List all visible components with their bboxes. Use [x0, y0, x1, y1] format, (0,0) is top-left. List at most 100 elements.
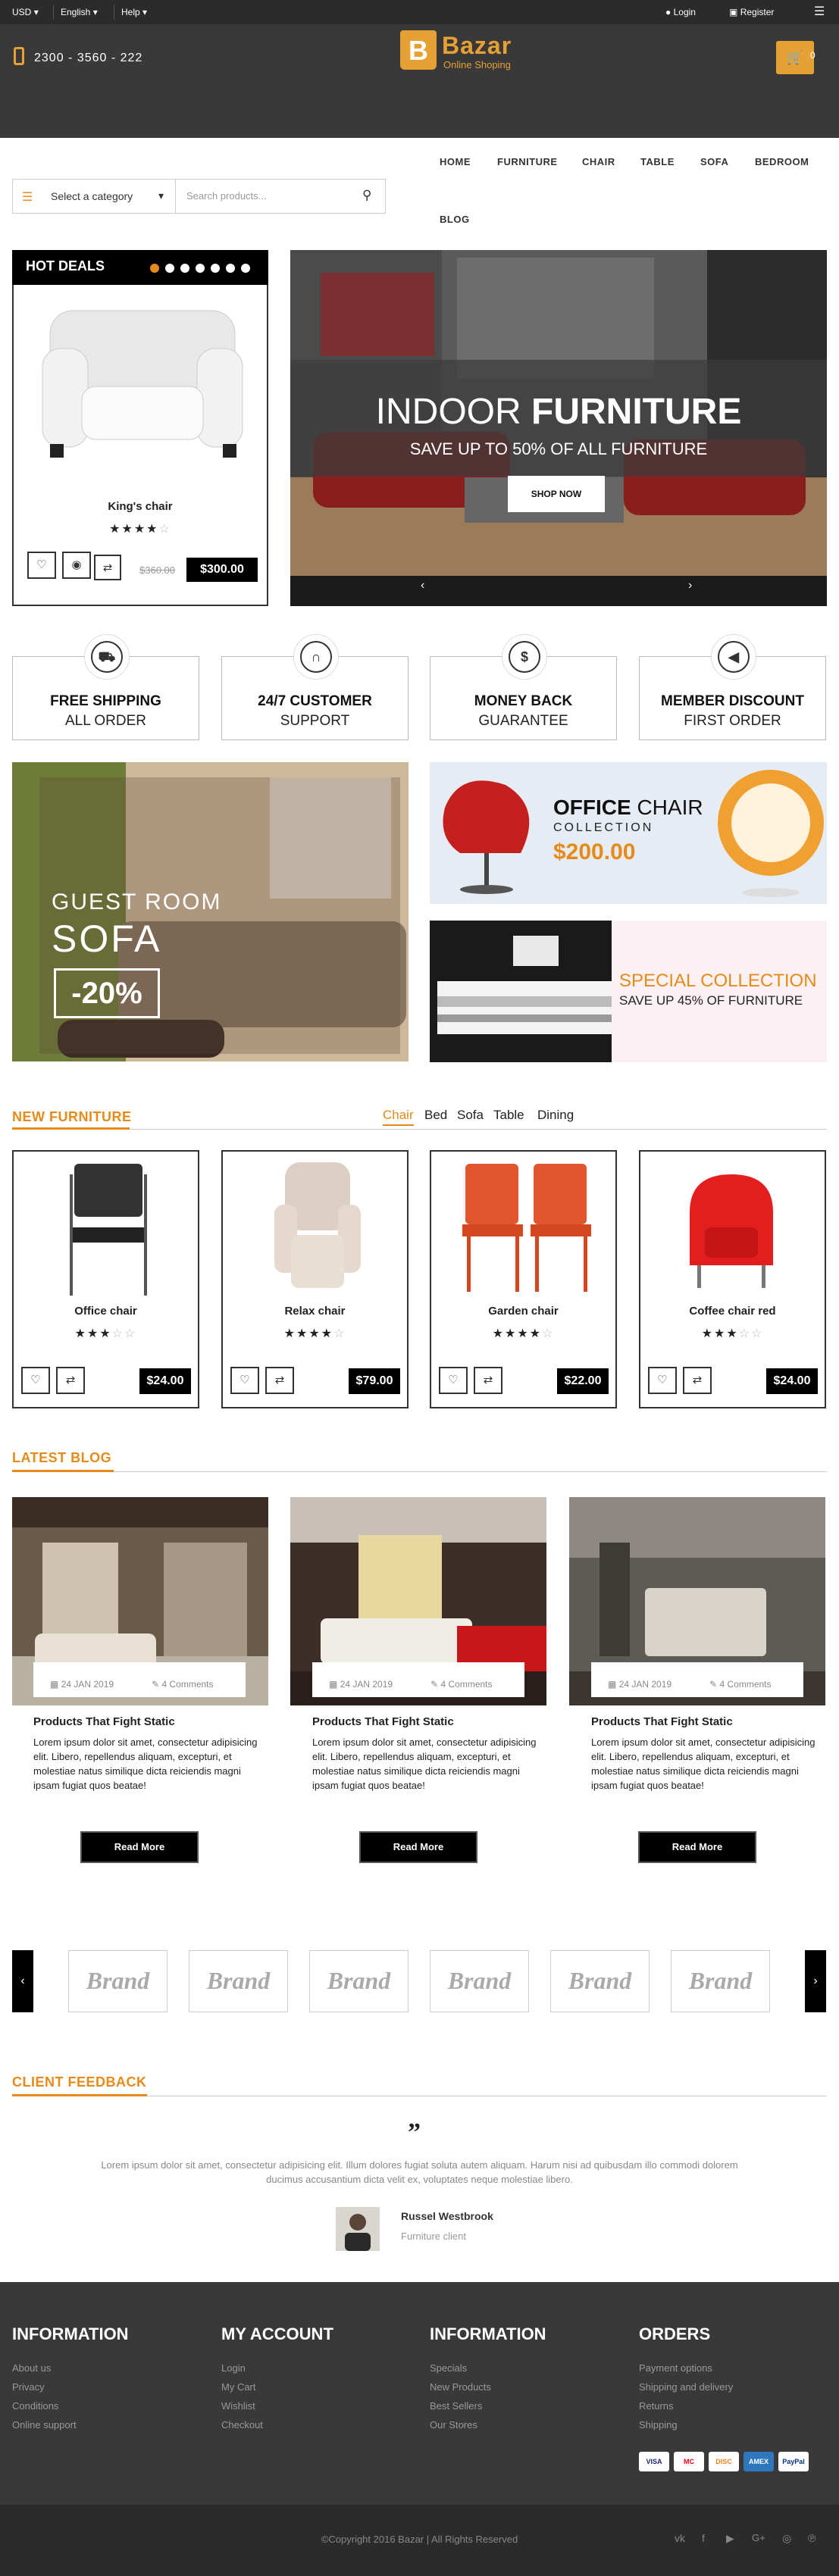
wishlist-button[interactable]: ♡	[648, 1367, 677, 1394]
product-name[interactable]: Relax chair	[223, 1305, 407, 1318]
carousel-dot[interactable]	[150, 264, 159, 273]
footer-link[interactable]: Wishlist	[221, 2400, 255, 2412]
tab-chair[interactable]: Chair	[383, 1108, 414, 1126]
footer-link[interactable]: New Products	[430, 2381, 491, 2393]
menu-icon[interactable]: ☰	[814, 0, 825, 24]
footer-link[interactable]: Best Sellers	[430, 2400, 482, 2412]
footer-link[interactable]: Login	[221, 2362, 246, 2374]
tab-sofa[interactable]: Sofa	[457, 1108, 484, 1123]
quickview-button[interactable]: ◉	[62, 552, 91, 579]
logo-title[interactable]: Bazar	[442, 32, 512, 60]
facebook-icon[interactable]: f	[702, 2532, 705, 2544]
carousel-prev-icon[interactable]: ‹	[421, 579, 424, 592]
brands-next-icon[interactable]: ›	[805, 1950, 826, 2012]
carousel-dot[interactable]	[226, 264, 235, 273]
blog-comments[interactable]: 4 Comments	[719, 1679, 771, 1690]
hot-deal-product-name[interactable]: King's chair	[12, 500, 268, 513]
pinterest-icon[interactable]: ℗	[808, 2532, 816, 2544]
special-collection-banner[interactable]: SPECIAL COLLECTION SAVE UP 45% OF FURNIT…	[430, 921, 827, 1062]
blog-title[interactable]: Products That Fight Static	[33, 1715, 175, 1728]
footer-link[interactable]: Specials	[430, 2362, 467, 2374]
feature-title: MEMBER DISCOUNT	[661, 693, 804, 709]
footer-link[interactable]: Checkout	[221, 2419, 263, 2431]
wishlist-button[interactable]: ♡	[439, 1367, 468, 1394]
tab-table[interactable]: Table	[493, 1108, 524, 1123]
latest-blog-title: LATEST BLOG	[12, 1450, 112, 1465]
footer-link[interactable]: Shipping	[639, 2419, 678, 2431]
wishlist-button[interactable]: ♡	[21, 1367, 50, 1394]
youtube-icon[interactable]: ▶	[726, 2532, 734, 2545]
nav-home[interactable]: HOME	[440, 156, 471, 167]
carousel-dot[interactable]	[165, 264, 174, 273]
compare-button[interactable]: ⇄	[94, 555, 121, 580]
read-more-button[interactable]: Read More	[638, 1831, 756, 1863]
nav-blog[interactable]: BLOG	[440, 214, 470, 225]
brand-logo[interactable]: Brand	[430, 1950, 529, 2012]
product-name[interactable]: Office chair	[14, 1305, 198, 1318]
tab-dining[interactable]: Dining	[537, 1108, 574, 1123]
blog-title[interactable]: Products That Fight Static	[312, 1715, 454, 1728]
footer-link[interactable]: About us	[12, 2362, 51, 2374]
nav-bedroom[interactable]: BEDROOM	[755, 156, 809, 167]
office-title: OFFICE CHAIR	[553, 796, 703, 820]
compare-button[interactable]: ⇄	[683, 1367, 712, 1394]
help-dropdown[interactable]: Help ▾	[121, 0, 147, 24]
compare-button[interactable]: ⇄	[474, 1367, 502, 1394]
vk-icon[interactable]: vk	[675, 2532, 685, 2544]
footer-link[interactable]: My Cart	[221, 2381, 256, 2393]
footer-link[interactable]: Conditions	[12, 2400, 58, 2412]
product-name[interactable]: Coffee chair red	[640, 1305, 825, 1318]
shop-now-button[interactable]: SHOP NOW	[508, 476, 605, 512]
instagram-icon[interactable]: ◎	[782, 2532, 791, 2545]
carousel-next-icon[interactable]: ›	[688, 579, 692, 592]
wishlist-button[interactable]: ♡	[230, 1367, 259, 1394]
register-link[interactable]: ▣ Register	[729, 0, 774, 24]
brands-prev-icon[interactable]: ‹	[12, 1950, 33, 2012]
nav-table[interactable]: TABLE	[640, 156, 675, 167]
product-name[interactable]: Garden chair	[431, 1305, 615, 1318]
footer-link[interactable]: Returns	[639, 2400, 674, 2412]
feedback-quote: Lorem ipsum dolor sit amet, consectetur …	[101, 2159, 738, 2185]
blog-comments[interactable]: 4 Comments	[440, 1679, 492, 1690]
star-icon: ★★★	[701, 1327, 739, 1340]
nav-chair[interactable]: CHAIR	[582, 156, 615, 167]
nav-furniture[interactable]: FURNITURE	[497, 156, 558, 167]
sofa-banner[interactable]: GUEST ROOM SOFA -20%	[12, 762, 409, 1061]
language-dropdown[interactable]: English ▾	[61, 0, 98, 24]
search-input[interactable]: Search products... ⚲	[175, 179, 386, 214]
category-select[interactable]: ☰ Select a category ▾	[12, 179, 175, 214]
search-icon[interactable]: ⚲	[362, 188, 371, 203]
brand-logo[interactable]: Brand	[189, 1950, 288, 2012]
footer-link[interactable]: Payment options	[639, 2362, 712, 2374]
carousel-dot[interactable]	[211, 264, 220, 273]
footer-link[interactable]: Privacy	[12, 2381, 45, 2393]
star-icon: ★★★★	[492, 1327, 543, 1340]
logo-bag-icon[interactable]: B	[400, 30, 437, 70]
carousel-dot[interactable]	[241, 264, 250, 273]
wishlist-button[interactable]: ♡	[27, 552, 56, 579]
footer-link[interactable]: Online support	[12, 2419, 77, 2431]
office-chair-banner[interactable]: OFFICE CHAIR COLLECTION $200.00	[430, 762, 827, 904]
tab-bed[interactable]: Bed	[424, 1108, 447, 1123]
read-more-button[interactable]: Read More	[80, 1831, 199, 1863]
brand-logo[interactable]: Brand	[550, 1950, 650, 2012]
login-link[interactable]: ● Login	[665, 0, 696, 24]
blog-title[interactable]: Products That Fight Static	[591, 1715, 733, 1728]
carousel-dot[interactable]	[180, 264, 189, 273]
read-more-button[interactable]: Read More	[359, 1831, 477, 1863]
brand-logo[interactable]: Brand	[68, 1950, 167, 2012]
nav-sofa[interactable]: SOFA	[700, 156, 728, 167]
blog-comments[interactable]: 4 Comments	[161, 1679, 213, 1690]
brand-logo[interactable]: Brand	[671, 1950, 770, 2012]
google-plus-icon[interactable]: G+	[752, 2532, 765, 2543]
carousel-dot[interactable]	[196, 264, 205, 273]
star-icon: ★★★	[74, 1327, 112, 1340]
footer-link[interactable]: Our Stores	[430, 2419, 477, 2431]
brand-logo[interactable]: Brand	[309, 1950, 409, 2012]
compare-button[interactable]: ⇄	[56, 1367, 85, 1394]
compare-button[interactable]: ⇄	[265, 1367, 294, 1394]
footer-link[interactable]: Shipping and delivery	[639, 2381, 733, 2393]
cart-button[interactable]: 🛒	[776, 41, 814, 74]
feature-subtitle: FIRST ORDER	[684, 713, 781, 729]
currency-dropdown[interactable]: USD ▾	[12, 0, 39, 24]
